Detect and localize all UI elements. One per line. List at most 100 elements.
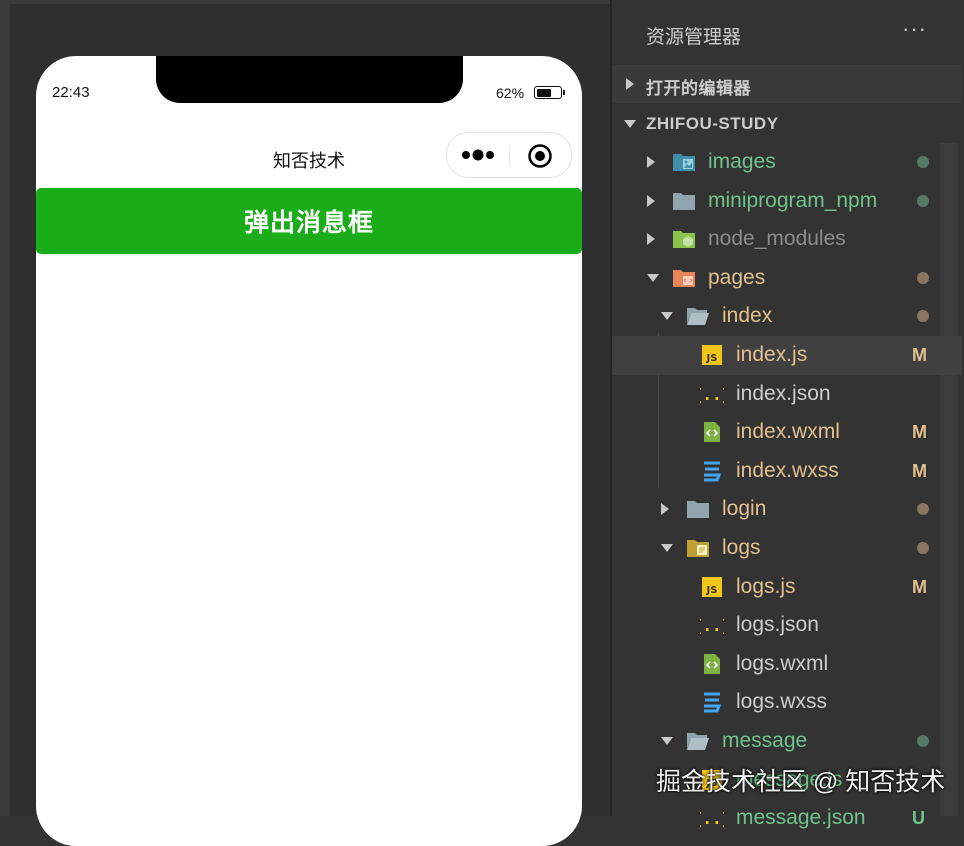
capsule-divider	[509, 145, 510, 165]
tree-item[interactable]: pages	[612, 259, 962, 298]
more-dots-icon[interactable]	[461, 145, 497, 165]
tree-item[interactable]: {..} message.json U	[612, 799, 962, 838]
project-label: ZHIFOU-STUDY	[646, 114, 779, 133]
tree-item-label: logs.json	[736, 613, 819, 637]
tree-item[interactable]: images	[612, 143, 962, 182]
svg-text:{..}: {..}	[700, 809, 724, 828]
status-time: 22:43	[52, 84, 90, 101]
git-status-badge: M	[912, 576, 927, 597]
folder-open-icon	[686, 730, 710, 752]
tree-item-label: logs	[722, 535, 761, 559]
tree-item-label: logs.wxml	[736, 651, 829, 675]
phone-screen: 22:43 62% 知否技术 弹出消息框	[36, 56, 582, 846]
git-status-dot	[917, 156, 929, 168]
svg-text:{..}: {..}	[700, 616, 724, 635]
git-status-dot	[917, 734, 929, 747]
git-status-dot	[917, 194, 929, 207]
tree-item[interactable]: JS index.js M	[612, 335, 962, 375]
chevron-down-icon[interactable]	[661, 312, 673, 321]
git-status-dot	[917, 271, 929, 284]
json-file-icon: {..}	[693, 614, 732, 636]
git-status-dot	[917, 310, 929, 323]
close-target-icon[interactable]	[527, 143, 553, 169]
json-file-icon: {..}	[693, 807, 732, 829]
explorer-title: 资源管理器	[646, 27, 742, 48]
simulator-left-border	[0, 0, 10, 816]
simulator-panel: 22:43 62% 知否技术 弹出消息框	[0, 0, 610, 846]
explorer-panel: 资源管理器 ··· 打开的编辑器 ZHIFOU-STUDY images mini…	[610, 0, 964, 829]
svg-text:{..}: {..}	[700, 385, 724, 404]
phone-notch	[156, 56, 463, 103]
tree-item[interactable]: login	[612, 490, 962, 529]
svg-text:JS: JS	[706, 353, 718, 364]
chevron-down-icon[interactable]	[661, 543, 673, 552]
simulator-top-strip	[0, 0, 610, 4]
tree-item-label: index.js	[736, 342, 808, 366]
chevron-right-icon	[626, 78, 634, 90]
js-file-icon: JS	[700, 576, 724, 598]
tree-item[interactable]: logs.wxss	[612, 683, 962, 722]
git-status-badge: U	[912, 808, 925, 829]
watermark: 掘金技术社区 @ 知否技术	[656, 768, 946, 796]
js-file-icon: JS	[700, 344, 724, 366]
tree-item-label: index	[722, 304, 773, 328]
tree-item-label: logs.js	[736, 574, 796, 598]
folder-icon	[672, 190, 696, 212]
battery-percent: 62%	[496, 85, 525, 101]
tree-item[interactable]: miniprogram_npm	[612, 182, 962, 221]
git-status-dot	[917, 541, 929, 554]
tree-item[interactable]: logs.wxml	[612, 645, 962, 684]
tree-item-label: login	[722, 497, 767, 521]
wxml-file-icon	[700, 421, 724, 443]
open-editors-label: 打开的编辑器	[646, 79, 751, 98]
menu-capsule	[446, 132, 572, 178]
wxss-file-icon	[700, 691, 724, 713]
explorer-more-button[interactable]: ···	[902, 16, 927, 42]
git-status-dot	[917, 503, 929, 516]
tree-item[interactable]: index.wxss M	[612, 452, 962, 491]
images-folder-icon	[672, 151, 696, 173]
chevron-right-icon[interactable]	[647, 194, 655, 207]
chevron-right-icon[interactable]	[647, 156, 655, 168]
tree-item[interactable]: {..} index.json	[612, 375, 962, 414]
show-message-button[interactable]: 弹出消息框	[36, 188, 582, 254]
chevron-right-icon[interactable]	[647, 233, 655, 246]
pages-folder-icon	[672, 267, 696, 289]
chevron-right-icon[interactable]	[661, 503, 669, 516]
chevron-down-icon	[624, 120, 636, 128]
tree-item[interactable]: logs	[612, 529, 962, 568]
tree-item-label: images	[708, 150, 776, 173]
tree-item-label: miniprogram_npm	[708, 188, 878, 212]
json-file-icon: {..}	[693, 383, 732, 405]
battery-icon	[534, 86, 565, 99]
tree-item[interactable]: JS logs.js M	[612, 568, 962, 607]
tree-item-label: message	[722, 728, 808, 752]
chevron-down-icon[interactable]	[647, 273, 659, 282]
svg-text:JS: JS	[706, 585, 718, 596]
git-status-badge: M	[912, 422, 927, 443]
tree-item[interactable]: node_modules	[612, 220, 962, 259]
tree-item[interactable]: index	[612, 297, 962, 336]
tree-item[interactable]: index.wxml M	[612, 413, 962, 452]
chevron-down-icon[interactable]	[661, 736, 673, 745]
git-status-badge: M	[912, 460, 927, 481]
project-section[interactable]: ZHIFOU-STUDY	[612, 105, 962, 143]
open-editors-section[interactable]: 打开的编辑器	[612, 65, 962, 103]
file-tree: images miniprogram_npm node_modulespages in…	[612, 143, 962, 838]
tree-item-label: node_modules	[708, 227, 846, 251]
tree-item-label: index.json	[736, 381, 831, 405]
folder-open-icon	[686, 305, 710, 327]
tree-item-label: index.wxss	[736, 458, 839, 482]
tree-item[interactable]: message	[612, 722, 962, 761]
tree-item-label: logs.wxss	[736, 690, 828, 714]
folder-icon	[686, 498, 710, 520]
git-status-badge: M	[912, 344, 927, 365]
tree-item-label: pages	[708, 265, 766, 289]
tree-item-label: message.json	[736, 806, 866, 830]
wxss-file-icon	[700, 460, 724, 482]
logs-folder-icon	[686, 537, 710, 559]
wxml-file-icon	[700, 653, 724, 675]
node-folder-icon	[672, 228, 696, 250]
tree-item-label: index.wxml	[736, 420, 840, 444]
tree-item[interactable]: {..} logs.json	[612, 606, 962, 645]
